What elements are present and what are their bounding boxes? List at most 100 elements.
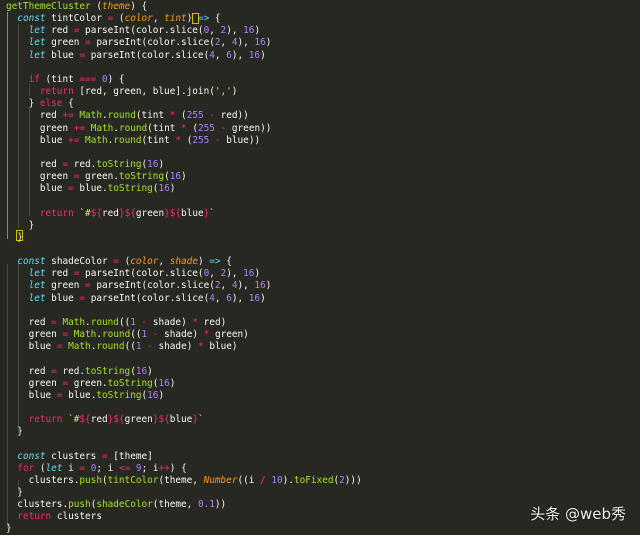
code-line[interactable]: red += Math.round(tint * (255 - red)) (6, 110, 249, 122)
code-token: let (28, 37, 46, 49)
code-token: 255 (192, 134, 210, 146)
code-line[interactable]: let blue = parseInt(color.slice(4, 6), 1… (6, 50, 266, 62)
code-line[interactable]: green += Math.round(tint * (255 - green)… (6, 122, 272, 135)
code-token: (( (118, 316, 131, 328)
code-token: ; i (141, 462, 159, 474)
code-line[interactable]: let green = parseInt(color.slice(2, 4), … (6, 280, 272, 292)
code-line[interactable]: } else { (6, 98, 74, 110)
code-token: ) (265, 280, 272, 292)
code-token: ), (237, 280, 255, 292)
code-token: }${ (164, 207, 182, 219)
code-token: return (17, 511, 52, 523)
code-token: Math (68, 329, 97, 341)
code-token: ++ (158, 462, 170, 474)
code-line[interactable]: if (tint === 0) { (6, 74, 125, 86)
code-token: push (68, 499, 91, 511)
code-token: } (17, 426, 23, 438)
code-token: blue (169, 414, 193, 426)
code-line[interactable]: } (6, 426, 23, 438)
code-line[interactable]: clusters.push(tintColor(theme, Number((i… (6, 475, 362, 487)
code-line[interactable]: } (6, 232, 23, 244)
code-editor[interactable]: getThemeCluster (theme) { const tintColo… (0, 0, 640, 534)
code-token: (theme, (158, 474, 204, 486)
code-token: red (39, 158, 63, 170)
code-token: ) (197, 256, 210, 268)
code-line[interactable]: let blue = parseInt(color.slice(4, 6), 1… (6, 293, 266, 305)
code-line[interactable]: blue = blue.toString(16) (6, 183, 176, 195)
code-line[interactable]: return `#${red}${green}${blue}` (6, 414, 204, 426)
code-token: , (152, 13, 165, 25)
code-token: blue (39, 134, 69, 146)
code-token: parseInt(color.slice( (90, 37, 215, 49)
code-line[interactable]: blue += Math.round(tint * (255 - blue)) (6, 135, 260, 147)
code-line[interactable]: clusters.push(shadeColor(theme, 0.1)) (6, 499, 226, 511)
code-token: 16 (169, 171, 182, 183)
code-token: blue (28, 341, 57, 353)
code-line[interactable]: let red = parseInt(color.slice(0, 2), 16… (6, 268, 261, 280)
code-line[interactable]: green = green.toString(16) (6, 378, 176, 390)
code-line[interactable]: return [red, green, blue].join(',') (6, 86, 238, 98)
code-line[interactable]: } (6, 220, 35, 232)
code-line[interactable]: blue = blue.toString(16) (6, 389, 165, 402)
code-token: ( (186, 122, 198, 134)
code-line[interactable]: const tintColor = (color, tint) => { (6, 13, 221, 25)
code-token: ( (118, 256, 131, 268)
code-token: ) (186, 13, 198, 25)
code-line[interactable]: } (6, 523, 12, 535)
code-line[interactable]: let green = parseInt(color.slice(2, 4), … (6, 37, 272, 49)
code-token: green (39, 122, 74, 134)
code-token: ) { (130, 1, 148, 12)
code-token: , (209, 25, 221, 37)
code-token: green (45, 37, 86, 49)
code-token: parseInt(color.slice( (85, 49, 210, 61)
code-token: let (28, 25, 46, 37)
code-line[interactable]: const shadeColor = (color, shade) => { (6, 256, 232, 268)
code-token: Number (203, 474, 238, 486)
code-line[interactable]: return `#${red}${green}${blue}` (6, 208, 215, 220)
code-token: 16 (254, 280, 266, 292)
code-line[interactable]: let red = parseInt(color.slice(0, 2), 16… (6, 25, 261, 37)
code-token: ( (113, 13, 125, 25)
code-line[interactable]: red = red.toString(16) (6, 159, 164, 171)
code-token: ) (265, 37, 272, 49)
code-line[interactable]: for (let i = 0; i <= 9; i++) { (6, 462, 186, 475)
code-line[interactable]: getThemeCluster (theme) { (6, 1, 147, 13)
code-line[interactable]: green = green.toString(16) (6, 171, 187, 183)
code-line[interactable]: return clusters (6, 511, 102, 523)
code-line[interactable]: const clusters = [theme] (6, 451, 153, 463)
code-token: (tint (135, 110, 170, 122)
code-line[interactable]: green = Math.round((1 - shade) * green) (6, 329, 249, 341)
code-token: toString (118, 171, 165, 183)
code-token: red (28, 365, 52, 377)
code-token: ` (209, 207, 215, 219)
code-token: green (45, 280, 86, 292)
code-token: color (130, 256, 159, 268)
code-token: Math (79, 134, 108, 146)
code-token: toString (96, 389, 142, 401)
code-token: red)) (214, 110, 249, 122)
code-line[interactable]: red = Math.round((1 - shade) * red) (6, 316, 227, 329)
code-token: clusters (45, 450, 102, 462)
code-token: green (124, 414, 153, 426)
code-token: 16 (158, 183, 170, 195)
code-token: 16 (248, 292, 261, 304)
code-token: red (90, 414, 108, 426)
code-token: red (102, 207, 119, 219)
code-token: 16 (248, 49, 261, 61)
code-token: ( (181, 134, 193, 146)
code-line[interactable]: red = red.toString(16) (6, 366, 153, 378)
code-token: { (209, 13, 221, 25)
code-token: Math (62, 341, 91, 353)
code-token: clusters. (17, 499, 69, 511)
code-token: parseInt(color.slice( (79, 268, 204, 280)
code-token: [red, green, blue].join( (73, 86, 215, 98)
code-line[interactable]: blue = Math.round((1 - shade) * blue) (6, 341, 238, 353)
code-token: ), (231, 292, 249, 304)
code-token: let (45, 462, 63, 474)
code-line[interactable]: } (6, 487, 23, 499)
